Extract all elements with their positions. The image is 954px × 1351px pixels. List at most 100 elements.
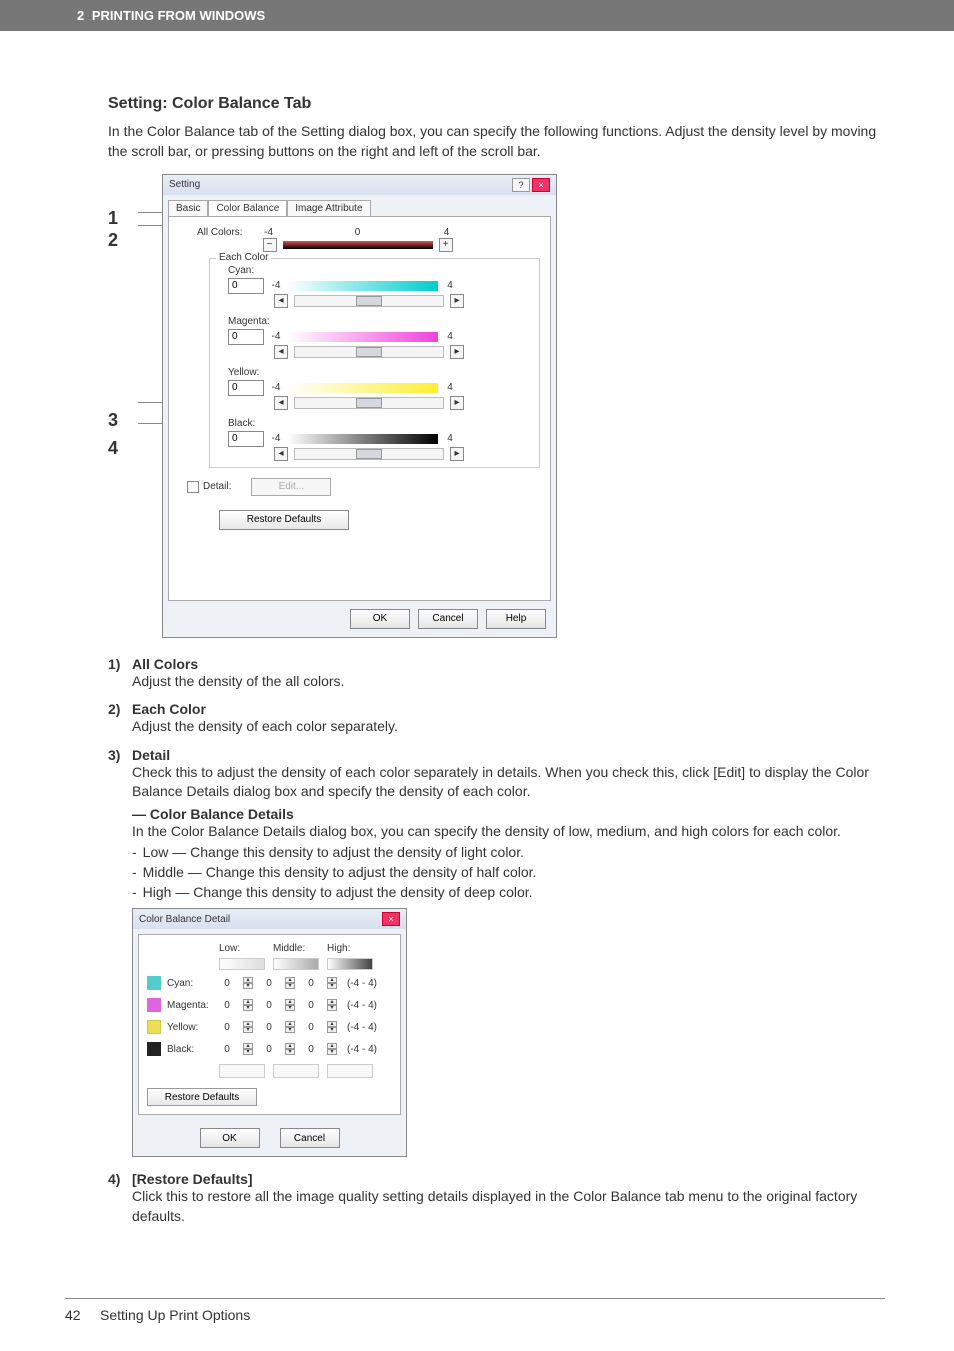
dialog2-close-icon[interactable]: × bbox=[382, 912, 400, 926]
all-colors-bar[interactable] bbox=[283, 241, 433, 249]
black-right-button[interactable]: ▸ bbox=[450, 447, 464, 461]
magenta-mid-spinner[interactable]: ▴▾ bbox=[285, 999, 295, 1011]
d2-magenta-range: (-4 - 4) bbox=[347, 1000, 377, 1011]
item-2-title: Each Color bbox=[132, 701, 206, 717]
d2-yellow-low[interactable]: 0 bbox=[217, 1022, 237, 1033]
d2-cyan-range: (-4 - 4) bbox=[347, 978, 377, 989]
callout-1: 1 bbox=[108, 209, 138, 229]
callout-3: 3 bbox=[108, 411, 138, 431]
dialog2-titlebar: Color Balance Detail × bbox=[133, 909, 406, 929]
black-high-spinner[interactable]: ▴▾ bbox=[327, 1043, 337, 1055]
item-4-body: Click this to restore all the image qual… bbox=[132, 1187, 889, 1226]
d2-magenta-mid[interactable]: 0 bbox=[259, 1000, 279, 1011]
magenta-input[interactable] bbox=[228, 329, 264, 345]
color-balance-detail-dialog: Color Balance Detail × Low: Middle: High… bbox=[132, 908, 407, 1157]
item-1-title: All Colors bbox=[132, 656, 198, 672]
help-button[interactable]: Help bbox=[486, 609, 546, 629]
yellow-high-spinner[interactable]: ▴▾ bbox=[327, 1021, 337, 1033]
magenta-track[interactable] bbox=[294, 346, 444, 358]
item-1-body: Adjust the density of the all colors. bbox=[132, 672, 889, 692]
black-bar bbox=[288, 434, 438, 444]
d2-cyan-mid[interactable]: 0 bbox=[259, 978, 279, 989]
cyan-left-button[interactable]: ◂ bbox=[274, 294, 288, 308]
range-low: -4 bbox=[263, 227, 275, 238]
d2-blank-high bbox=[327, 1064, 373, 1078]
item-3: 3) Detail Check this to adjust the densi… bbox=[108, 747, 889, 1158]
d2-black-label: Black: bbox=[167, 1044, 211, 1055]
detail-checkbox[interactable] bbox=[187, 481, 199, 493]
magenta-right-button[interactable]: ▸ bbox=[450, 345, 464, 359]
yellow-left-button[interactable]: ◂ bbox=[274, 396, 288, 410]
d2-restore-button[interactable]: Restore Defaults bbox=[147, 1088, 257, 1106]
tab-image-attribute[interactable]: Image Attribute bbox=[287, 200, 370, 216]
magenta-label: Magenta: bbox=[228, 316, 533, 327]
d2-yellow-mid[interactable]: 0 bbox=[259, 1022, 279, 1033]
range-high: 4 bbox=[441, 227, 453, 238]
yellow-mid-spinner[interactable]: ▴▾ bbox=[285, 1021, 295, 1033]
edit-button[interactable]: Edit... bbox=[251, 478, 331, 496]
d2-cyan-label: Cyan: bbox=[167, 978, 211, 989]
black-low-spinner[interactable]: ▴▾ bbox=[243, 1043, 253, 1055]
item-2-body: Adjust the density of each color separat… bbox=[132, 717, 889, 737]
cyan-bar bbox=[288, 281, 438, 291]
d2-black-low[interactable]: 0 bbox=[217, 1044, 237, 1055]
cyan-mid-spinner[interactable]: ▴▾ bbox=[285, 977, 295, 989]
d2-blank-low bbox=[219, 1064, 265, 1078]
black-mid-spinner[interactable]: ▴▾ bbox=[285, 1043, 295, 1055]
black-input[interactable] bbox=[228, 431, 264, 447]
intro-text: In the Color Balance tab of the Setting … bbox=[108, 121, 889, 162]
cancel-button[interactable]: Cancel bbox=[418, 609, 478, 629]
magenta-low-spinner[interactable]: ▴▾ bbox=[243, 999, 253, 1011]
cyan-input[interactable] bbox=[228, 278, 264, 294]
black-track[interactable] bbox=[294, 448, 444, 460]
d2-magenta-label: Magenta: bbox=[167, 1000, 211, 1011]
yellow-label: Yellow: bbox=[228, 367, 533, 378]
d2-ok-button[interactable]: OK bbox=[200, 1128, 260, 1148]
tab-basic[interactable]: Basic bbox=[168, 200, 208, 216]
d2-cyan-high[interactable]: 0 bbox=[301, 978, 321, 989]
item-3-body: Check this to adjust the density of each… bbox=[132, 763, 889, 802]
cyan-label: Cyan: bbox=[228, 265, 533, 276]
ok-button[interactable]: OK bbox=[350, 609, 410, 629]
chapter-number: 2 bbox=[77, 8, 84, 23]
yellow-track[interactable] bbox=[294, 397, 444, 409]
mid-line: Middle — Change this density to adjust t… bbox=[143, 864, 537, 880]
help-icon[interactable]: ? bbox=[512, 178, 530, 192]
cyan-right-button[interactable]: ▸ bbox=[450, 294, 464, 308]
section-title: Setting: Color Balance Tab bbox=[108, 95, 889, 113]
d2-yellow-label: Yellow: bbox=[167, 1022, 211, 1033]
low-line: Low — Change this density to adjust the … bbox=[143, 844, 524, 860]
plus-button[interactable]: + bbox=[439, 238, 453, 252]
each-color-label: Each Color bbox=[216, 252, 271, 263]
yellow-low-spinner[interactable]: ▴▾ bbox=[243, 1021, 253, 1033]
page-footer: 42 Setting Up Print Options bbox=[65, 1298, 885, 1323]
d2-black-mid[interactable]: 0 bbox=[259, 1044, 279, 1055]
cyan-track[interactable] bbox=[294, 295, 444, 307]
d2-magenta-high[interactable]: 0 bbox=[301, 1000, 321, 1011]
minus-button[interactable]: − bbox=[263, 238, 277, 252]
magenta-high-spinner[interactable]: ▴▾ bbox=[327, 999, 337, 1011]
d2-magenta-low[interactable]: 0 bbox=[217, 1000, 237, 1011]
magenta-left-button[interactable]: ◂ bbox=[274, 345, 288, 359]
item-2-num: 2) bbox=[108, 701, 132, 717]
d2-cancel-button[interactable]: Cancel bbox=[280, 1128, 340, 1148]
item-4: 4) [Restore Defaults] Click this to rest… bbox=[108, 1171, 889, 1226]
chapter-header: 2 PRINTING FROM WINDOWS bbox=[0, 0, 954, 31]
yellow-input[interactable] bbox=[228, 380, 264, 396]
cyan-low-spinner[interactable]: ▴▾ bbox=[243, 977, 253, 989]
black-left-button[interactable]: ◂ bbox=[274, 447, 288, 461]
close-icon[interactable]: × bbox=[532, 178, 550, 192]
item-3-subbody: In the Color Balance Details dialog box,… bbox=[132, 822, 889, 842]
dialog-titlebar: Setting ? × bbox=[163, 175, 556, 195]
d2-low-label: Low: bbox=[219, 943, 265, 954]
d2-black-range: (-4 - 4) bbox=[347, 1044, 377, 1055]
yellow-right-button[interactable]: ▸ bbox=[450, 396, 464, 410]
tab-color-balance[interactable]: Color Balance bbox=[208, 200, 287, 216]
d2-yellow-high[interactable]: 0 bbox=[301, 1022, 321, 1033]
d2-black-high[interactable]: 0 bbox=[301, 1044, 321, 1055]
d2-cyan-low[interactable]: 0 bbox=[217, 978, 237, 989]
cyan-high-spinner[interactable]: ▴▾ bbox=[327, 977, 337, 989]
item-3-title: Detail bbox=[132, 747, 170, 763]
magenta-bar bbox=[288, 332, 438, 342]
restore-defaults-button[interactable]: Restore Defaults bbox=[219, 510, 349, 530]
